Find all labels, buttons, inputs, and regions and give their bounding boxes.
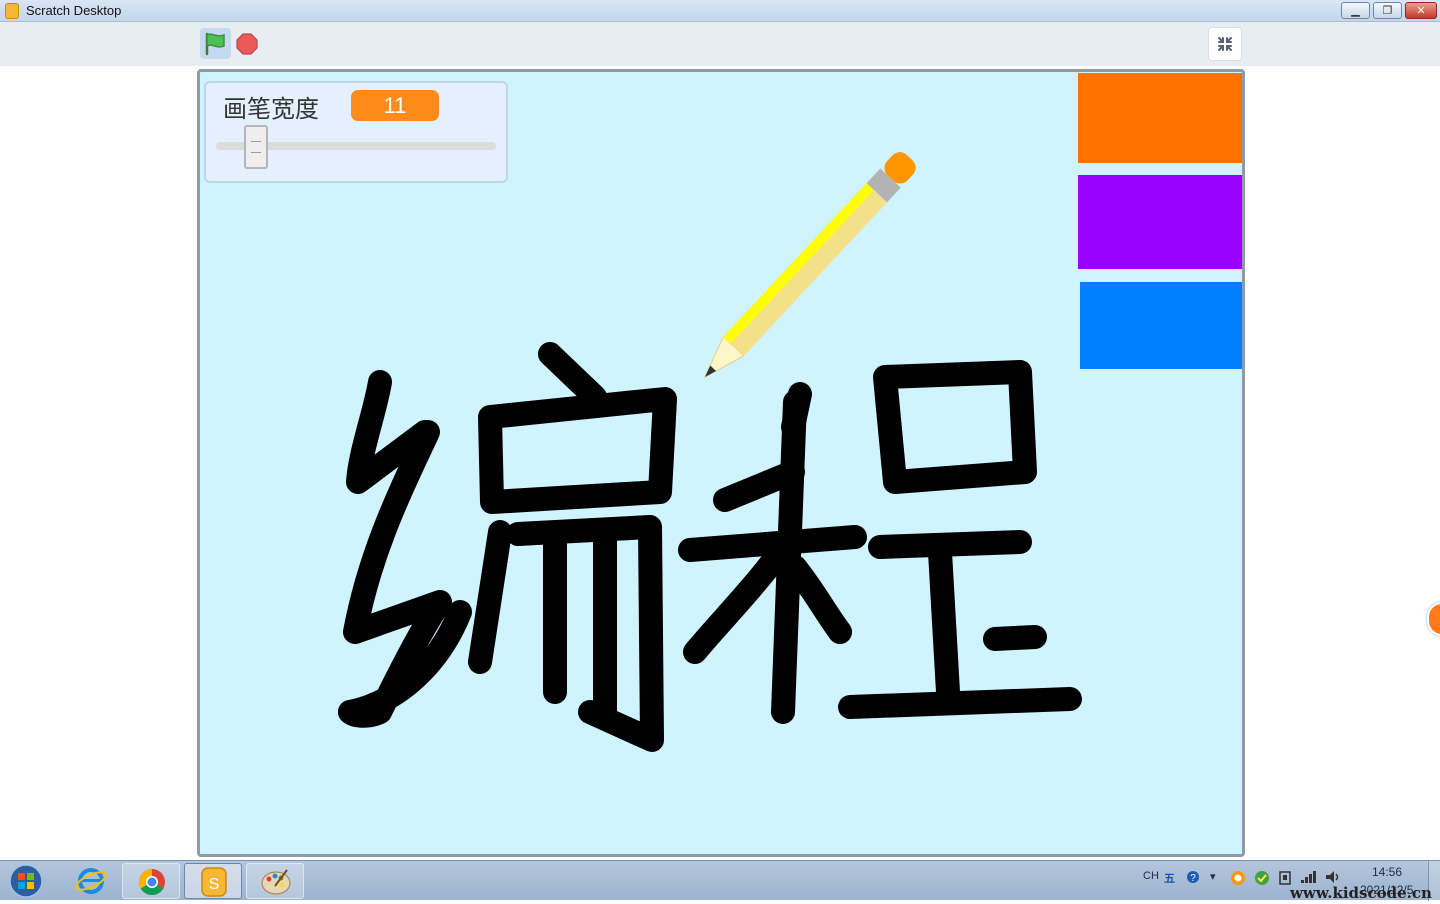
- blue-color-button[interactable]: [1080, 282, 1242, 369]
- purple-color-button[interactable]: [1078, 175, 1242, 269]
- stop-sign-icon: [236, 33, 258, 55]
- stroke-bian-frame: [506, 515, 664, 752]
- title-bar: Scratch Desktop ▁ ❐ ✕: [0, 0, 1440, 22]
- clock-time[interactable]: 14:56: [1372, 865, 1402, 879]
- stroke-bian-door: [478, 387, 677, 514]
- stroke-he-left: [683, 540, 792, 664]
- stage-toolbar: [0, 22, 1440, 66]
- stroke-bian-left: [468, 520, 512, 674]
- stroke-bian-dot: [538, 342, 607, 409]
- pen-width-monitor: 画笔宽度 11: [204, 81, 508, 183]
- scratch-icon: S: [201, 867, 227, 897]
- pencil-sprite-graphic: [703, 152, 916, 379]
- green-flag-icon: [205, 32, 225, 56]
- taskbar-scratch[interactable]: S: [184, 863, 242, 899]
- window-title: Scratch Desktop: [26, 3, 122, 18]
- stroke-cheng-vert: [928, 540, 960, 704]
- exit-fullscreen-button[interactable]: [1208, 27, 1242, 61]
- orange-color-button[interactable]: [1078, 73, 1242, 163]
- taskbar-chrome[interactable]: [122, 863, 180, 899]
- minimize-button[interactable]: ▁: [1341, 2, 1370, 19]
- help-icon[interactable]: ?: [1186, 870, 1200, 887]
- monitor-label: 画笔宽度: [223, 95, 319, 123]
- stroke-he-right: [783, 555, 852, 644]
- stroke-cheng-h2: [983, 625, 1047, 651]
- tray-app-icon[interactable]: [1230, 870, 1246, 889]
- stage[interactable]: 画笔宽度 11: [197, 69, 1245, 857]
- taskbar-paint[interactable]: [246, 863, 304, 899]
- side-tab-button[interactable]: [1427, 602, 1440, 636]
- ime-indicator[interactable]: 五: [1164, 870, 1175, 886]
- tray-security-icon[interactable]: [1254, 870, 1270, 889]
- monitor-value: 11: [351, 90, 439, 121]
- taskbar: S CH 五 ? ▾ 14:56 2021/12/5: [0, 860, 1440, 901]
- scratch-app-icon: [5, 3, 19, 19]
- taskbar-ie[interactable]: [62, 863, 120, 899]
- start-button[interactable]: [6, 863, 46, 899]
- internet-explorer-icon: [75, 868, 107, 894]
- restore-button[interactable]: ❐: [1373, 2, 1402, 19]
- paint-palette-icon: [261, 869, 291, 895]
- svg-text:S: S: [209, 876, 220, 893]
- stroke-cheng-box: [873, 360, 1037, 494]
- watermark: www.kidscode.cn: [1290, 884, 1432, 902]
- stroke-cheng-h3: [838, 687, 1082, 719]
- exit-fullscreen-icon: [1218, 37, 1232, 51]
- svg-text:?: ?: [1190, 873, 1196, 884]
- language-indicator[interactable]: CH: [1143, 870, 1159, 882]
- tray-expand-icon[interactable]: ▾: [1210, 870, 1216, 883]
- pen-width-slider-thumb[interactable]: [243, 125, 268, 169]
- stop-button[interactable]: [236, 33, 258, 55]
- close-button[interactable]: ✕: [1405, 2, 1437, 19]
- chrome-icon: [138, 868, 165, 896]
- green-flag-button[interactable]: [200, 28, 231, 59]
- windows-start-icon: [9, 864, 43, 898]
